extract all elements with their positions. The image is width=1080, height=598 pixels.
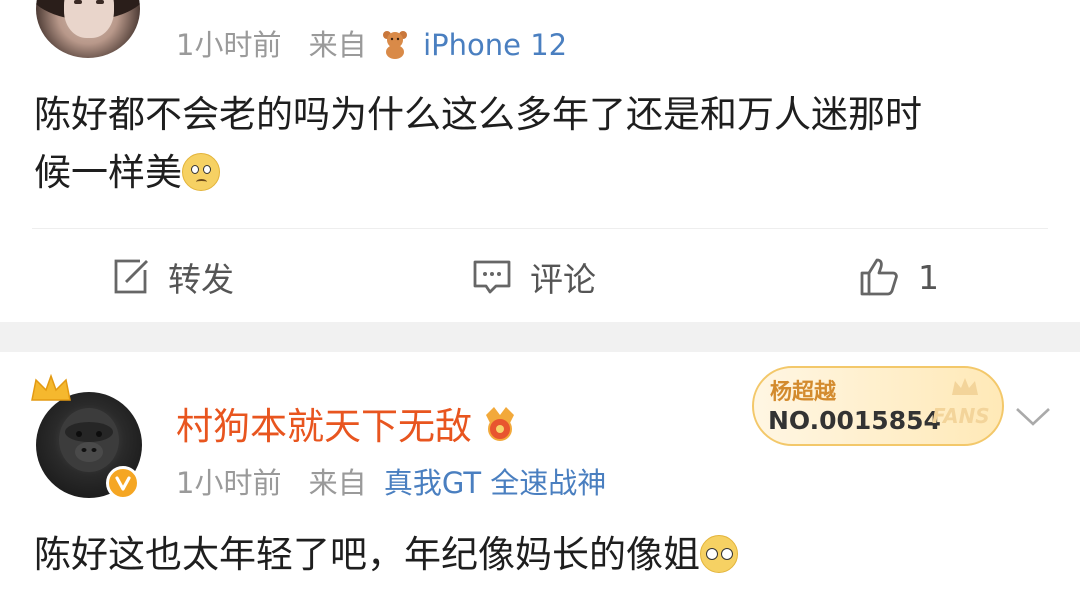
like-count: 1 (918, 257, 939, 297)
username[interactable]: 村狗本就天下无敌 (176, 396, 472, 450)
badge-crown-icon (952, 378, 978, 395)
from-label: 来自 (308, 466, 367, 500)
repost-button[interactable]: 转发 (112, 252, 234, 302)
medal-icon (486, 407, 514, 441)
post-content: 陈好都不会老的吗为什么这么多年了还是和万人迷那时 候一样美 (34, 86, 1054, 202)
content-line: 候一样美 (34, 151, 182, 194)
crown-icon (31, 374, 71, 401)
fans-badge-number: NO.0015854 (768, 406, 941, 435)
post-content: 陈好这也太年轻了吧，年纪像妈长的像姐 (34, 526, 1054, 584)
content-line-wrap: 候一样美 (34, 144, 1054, 202)
post-time: 1小时前 (176, 466, 282, 500)
fans-badge-word: FANS (932, 404, 990, 428)
like-button[interactable]: 1 (858, 252, 939, 302)
content-line: 陈好都不会老的吗为什么这么多年了还是和万人迷那时 (34, 93, 922, 136)
post-time: 1小时前 (176, 28, 282, 62)
fans-badge[interactable]: 杨超越 NO.0015854 FANS (752, 366, 1004, 446)
smile-emoji (182, 153, 220, 191)
post-meta: 1小时前 来自 真我GT 全速战神 (176, 460, 606, 502)
from-label: 来自 (308, 28, 367, 62)
fans-badge-title: 杨超越 (770, 380, 837, 405)
repost-icon (114, 259, 148, 294)
glasses-emoji (700, 535, 738, 573)
section-gap (0, 322, 1080, 352)
bear-icon (382, 31, 407, 59)
comment-label: 评论 (530, 260, 596, 299)
divider (32, 228, 1048, 229)
user-avatar[interactable] (36, 0, 140, 58)
source-link[interactable]: iPhone 12 (423, 28, 567, 62)
username-row: 村狗本就天下无敌 (176, 396, 520, 450)
source-link[interactable]: 真我GT 全速战神 (384, 466, 606, 500)
verified-badge (106, 466, 140, 500)
chevron-down-icon[interactable] (1014, 404, 1052, 430)
like-icon (860, 258, 898, 296)
comment-button[interactable]: 评论 (472, 252, 596, 302)
comment-icon (473, 260, 511, 294)
post-meta: 1小时前 来自 iPhone 12 (176, 22, 567, 64)
content-line: 陈好这也太年轻了吧，年纪像妈长的像姐 (34, 533, 700, 576)
repost-label: 转发 (168, 260, 234, 299)
